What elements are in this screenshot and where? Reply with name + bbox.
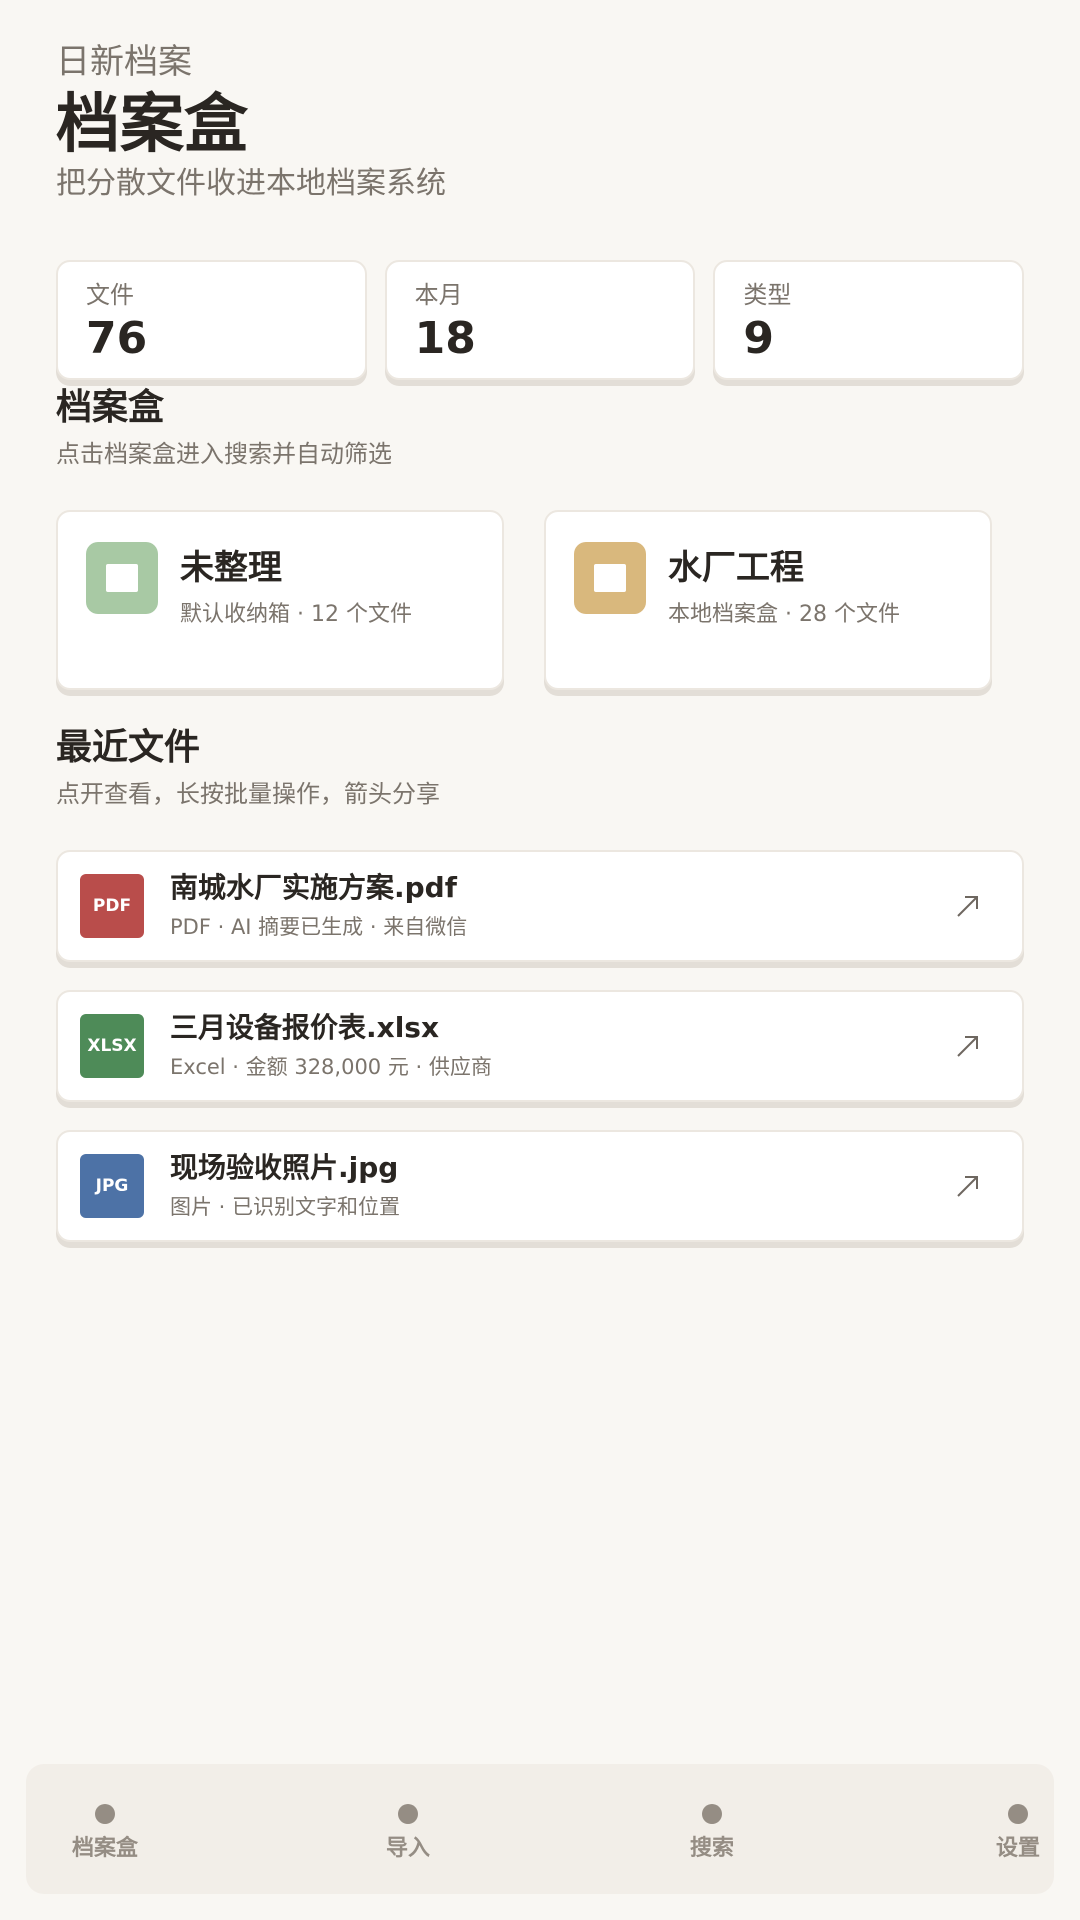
file-type-badge: PDF [80, 874, 144, 938]
file-name: 南城水厂实施方案.pdf [170, 871, 457, 904]
file-meta: Excel · 金额 328,000 元 · 供应商 [170, 1055, 492, 1079]
recent-section-title: 最近文件 [56, 727, 201, 768]
boxes-section-title: 档案盒 [56, 387, 165, 428]
share-arrow-icon[interactable] [950, 888, 986, 924]
tab-import[interactable]: 导入 [348, 1764, 468, 1894]
archive-box-name: 未整理 [180, 548, 282, 588]
tab-label: 搜索 [689, 1836, 734, 1861]
stat-value: 9 [743, 313, 774, 364]
archive-box-meta: 默认收纳箱 · 12 个文件 [180, 602, 412, 627]
archive-box-meta: 本地档案盒 · 28 个文件 [668, 602, 900, 627]
archive-box-card[interactable]: 未整理 默认收纳箱 · 12 个文件 [56, 510, 504, 690]
file-name: 三月设备报价表.xlsx [170, 1011, 440, 1044]
folder-icon [574, 542, 646, 614]
file-meta: 图片 · 已识别文字和位置 [170, 1195, 401, 1219]
page-subtitle: 把分散文件收进本地档案系统 [56, 166, 446, 201]
file-type-badge: JPG [80, 1154, 144, 1218]
boxes-section-subtitle: 点击档案盒进入搜索并自动筛选 [56, 440, 392, 468]
stat-label: 文件 [86, 281, 134, 309]
bottom-tab-bar: 档案盒 导入 搜索 设置 [26, 1764, 1054, 1894]
stats-row: 文件 76 本月 18 类型 9 [56, 260, 1025, 380]
file-row[interactable]: PDF 南城水厂实施方案.pdf PDF · AI 摘要已生成 · 来自微信 [56, 850, 1024, 962]
stat-label: 类型 [743, 281, 792, 309]
tab-dot-icon [1008, 1804, 1028, 1824]
file-row[interactable]: XLSX 三月设备报价表.xlsx Excel · 金额 328,000 元 ·… [56, 990, 1024, 1102]
stat-card-files: 文件 76 [56, 260, 367, 380]
stat-label: 本月 [414, 281, 463, 309]
tab-archive-boxes[interactable]: 档案盒 [45, 1764, 165, 1894]
file-row[interactable]: JPG 现场验收照片.jpg 图片 · 已识别文字和位置 [56, 1130, 1024, 1242]
tab-search[interactable]: 搜索 [652, 1764, 772, 1894]
file-type-badge: XLSX [80, 1014, 144, 1078]
stat-card-this-month: 本月 18 [384, 260, 696, 380]
tab-dot-icon [398, 1804, 418, 1824]
app-name: 日新档案 [56, 42, 192, 82]
recent-file-list: PDF 南城水厂实施方案.pdf PDF · AI 摘要已生成 · 来自微信 X… [56, 850, 1024, 1270]
stat-card-types: 类型 9 [713, 260, 1025, 380]
recent-section-subtitle: 点开查看，长按批量操作，箭头分享 [56, 780, 440, 808]
tab-dot-icon [95, 1804, 115, 1824]
tab-dot-icon [702, 1804, 722, 1824]
tab-label: 设置 [995, 1836, 1040, 1861]
stat-value: 18 [414, 313, 476, 364]
archive-box-grid: 未整理 默认收纳箱 · 12 个文件 水厂工程 本地档案盒 · 28 个文件 [56, 510, 992, 690]
tab-label: 档案盒 [71, 1836, 138, 1861]
stat-value: 76 [86, 313, 148, 364]
file-name: 现场验收照片.jpg [170, 1151, 399, 1184]
app-screen: 日新档案 档案盒 把分散文件收进本地档案系统 文件 76 本月 18 类型 9 … [0, 0, 1080, 1920]
share-arrow-icon[interactable] [950, 1168, 986, 1204]
folder-icon [86, 542, 158, 614]
archive-box-name: 水厂工程 [668, 548, 804, 588]
tab-settings[interactable]: 设置 [958, 1764, 1078, 1894]
archive-box-card[interactable]: 水厂工程 本地档案盒 · 28 个文件 [544, 510, 992, 690]
file-meta: PDF · AI 摘要已生成 · 来自微信 [170, 915, 468, 939]
share-arrow-icon[interactable] [950, 1028, 986, 1064]
tab-label: 导入 [385, 1836, 430, 1861]
page-title: 档案盒 [56, 88, 248, 162]
